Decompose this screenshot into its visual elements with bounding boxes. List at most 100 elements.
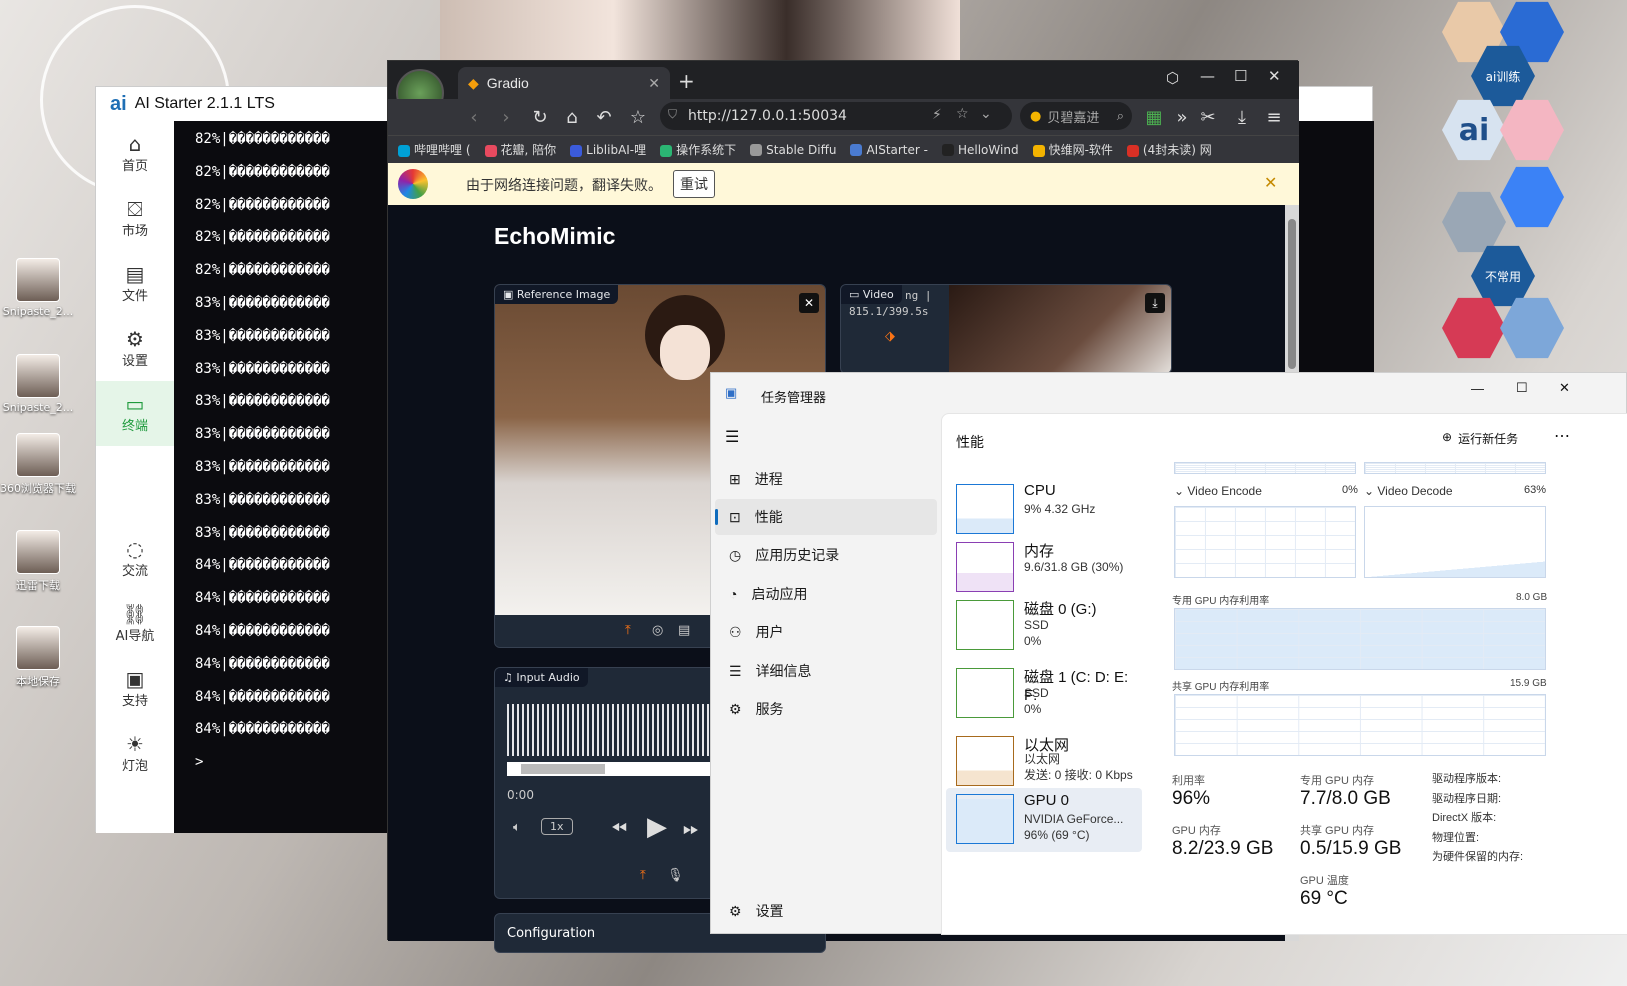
more-options-icon[interactable]: ⋯ (1554, 426, 1570, 446)
nav-home[interactable]: ⌂ 首页 (96, 121, 174, 186)
perf-disk-0[interactable]: 磁盘 0 (G:) SSD 0% (946, 594, 1142, 658)
video-decode-label[interactable]: ⌄ Video Decode (1364, 484, 1453, 498)
tm-nav-performance[interactable]: ⊡ 性能 (715, 499, 937, 535)
close-window-button[interactable]: ✕ (1268, 67, 1281, 85)
bookmark-item[interactable]: Stable Diffu (750, 143, 836, 157)
bookmark-item[interactable]: LiblibAI-哩 (570, 141, 646, 158)
bookmark-favicon-icon (941, 144, 954, 156)
webcam-icon[interactable]: ◎ (652, 623, 663, 638)
scrollbar-thumb[interactable] (1288, 219, 1296, 369)
bulb-icon: ☀ (126, 732, 144, 756)
back-button[interactable]: ‹ (460, 103, 488, 131)
favorite-icon[interactable]: ☆ (956, 106, 969, 122)
bookmark-item[interactable]: 快维网-软件 (1032, 141, 1113, 158)
rewind-icon[interactable]: ⏪︎ (611, 816, 627, 840)
download-video-button[interactable]: ⤓ (1145, 293, 1165, 313)
nav-ai-navigation[interactable]: ⛓ AI导航 (96, 591, 174, 656)
fast-forward-icon[interactable]: ⏩︎ (683, 816, 699, 840)
bookmark-star-button[interactable]: ☆ (624, 103, 652, 131)
taskmgr-close-button[interactable]: ✕ (1559, 380, 1570, 396)
tm-nav-settings[interactable]: ⚙ 设置 (715, 893, 937, 929)
scissors-icon[interactable]: ✂ (1194, 103, 1222, 131)
nav-chat[interactable]: ◌ 交流 (96, 526, 174, 591)
hex-bird-icon[interactable] (1500, 166, 1564, 228)
bookmark-item[interactable]: 花瓣, 陪你 (484, 141, 556, 158)
perf-ethernet[interactable]: 以太网 以太网 发送: 0 接收: 0 Kbps (946, 730, 1142, 794)
perf-disk-1[interactable]: 磁盘 1 (C: D: E: F: SSD 0% (946, 662, 1142, 726)
nav-terminal[interactable]: ▭ 终端 (96, 381, 174, 446)
nav-support[interactable]: ▣ 支持 (96, 656, 174, 721)
close-translate-icon[interactable]: ✕ (1264, 173, 1277, 192)
tm-nav-startup[interactable]: ◔ 启动应用 (715, 576, 937, 612)
taskmgr-performance-page: 性能 ⊕ 运行新任务 ⋯ CPU 9% 4.32 GHz 内存 9.6/31.8 … (941, 413, 1627, 935)
perf-memory[interactable]: 内存 9.6/31.8 GB (30%) (946, 536, 1142, 600)
tm-nav-processes[interactable]: ⊞ 进程 (715, 461, 937, 497)
nav-market[interactable]: ⛋ 市场 (96, 186, 174, 251)
desktop-icon-snipaste-1[interactable]: Snipaste_2... (0, 258, 76, 318)
microphone-icon[interactable]: 🎙︎ (667, 868, 684, 883)
desktop-icon-360-download[interactable]: 360浏览器下载 (0, 433, 76, 496)
audio-upload-icon[interactable]: ⤒ (640, 868, 646, 883)
tm-nav-details[interactable]: ☰ 详细信息 (715, 653, 937, 689)
reload-button[interactable]: ↻ (526, 103, 554, 131)
home-button[interactable]: ⌂ (558, 103, 586, 131)
bookmark-item[interactable]: 哔哩哔哩 ( (398, 141, 471, 158)
gpu-temp-value: 69 °C (1300, 888, 1348, 909)
taskmgr-maximize-button[interactable]: ☐ (1516, 380, 1528, 396)
new-tab-button[interactable]: + (678, 69, 695, 93)
close-tab-icon[interactable]: ✕ (648, 75, 660, 92)
play-icon[interactable]: ▶ (647, 812, 667, 842)
clipboard-icon[interactable]: ▤ (678, 623, 690, 638)
desktop-icon-snipaste-2[interactable]: Snipaste_2... (0, 354, 76, 414)
forward-button[interactable]: › (492, 103, 520, 131)
address-bar[interactable]: ⛉ http://127.0.0.1:50034 ⚡ ☆ ⌄ (660, 102, 1012, 130)
desktop-icon-local-save[interactable]: 本地保存 (0, 626, 76, 689)
playback-speed-button[interactable]: 1x (541, 818, 573, 835)
apps-grid-icon[interactable]: ▦ (1140, 103, 1168, 131)
tm-nav-users[interactable]: ⚇ 用户 (715, 614, 937, 650)
configuration-label: Configuration (507, 926, 596, 941)
search-box[interactable]: ● 贝碧嘉进 ⌕ (1020, 102, 1132, 130)
search-icon[interactable]: ⌕ (1117, 109, 1124, 124)
more-extensions-icon[interactable]: » (1168, 103, 1196, 131)
bookmark-item[interactable]: HelloWind (941, 143, 1019, 157)
hex-robot-icon[interactable] (1442, 191, 1506, 253)
volume-icon[interactable]: 🔈︎ (513, 820, 521, 835)
hex-aistarter-logo-icon[interactable]: ai (1442, 99, 1506, 161)
tm-nav-app-history[interactable]: ◷ 应用历史记录 (715, 537, 937, 573)
clear-image-button[interactable]: ✕ (799, 293, 819, 313)
minimize-button[interactable]: — (1200, 67, 1215, 85)
bookmark-item[interactable]: (4封未读) 网 (1126, 141, 1212, 158)
taskmgr-minimize-button[interactable]: — (1471, 381, 1484, 396)
nav-files[interactable]: ▤ 文件 (96, 251, 174, 316)
bookmark-item[interactable]: AIStarter - (850, 143, 928, 157)
undo-button[interactable]: ↶ (590, 103, 618, 131)
menu-icon[interactable]: ≡ (1260, 103, 1288, 131)
hex-anime-girl-icon[interactable] (1500, 99, 1564, 161)
taskmgr-nav: ☰ ⊞ 进程 ⊡ 性能 ◷ 应用历史记录 ◔ 启动应用 ⚇ 用户 ☰ 详细信息 ⚙ 服务 ⚙ 设… (711, 413, 941, 935)
video-output-panel[interactable]: ▭ Video ng | 815.1/399.5s ⬗ ⤓ (840, 284, 1172, 374)
download-icon[interactable]: ⤓ (1228, 103, 1256, 131)
nav-settings[interactable]: ⚙ 设置 (96, 316, 174, 381)
tm-nav-services[interactable]: ⚙ 服务 (715, 691, 937, 727)
pin-icon[interactable]: ⬡ (1166, 69, 1179, 87)
maximize-button[interactable]: ☐ (1234, 67, 1247, 85)
task-manager-window: ▣ 任务管理器 — ☐ ✕ ☰ ⊞ 进程 ⊡ 性能 ◷ 应用历史记录 ◔ 启动应用 ⚇ 用… (710, 372, 1627, 935)
nav-bulb[interactable]: ☀ 灯泡 (96, 721, 174, 786)
gradio-favicon-icon: ◆ (468, 74, 479, 91)
retry-button[interactable]: 重试 (673, 170, 715, 198)
tab-gradio[interactable]: ◆ Gradio ✕ (458, 67, 670, 99)
video-encode-label[interactable]: ⌄ Video Encode (1174, 484, 1262, 498)
run-new-task-button[interactable]: ⊕ 运行新任务 (1442, 430, 1518, 447)
bookmark-item[interactable]: 操作系统下 (660, 141, 736, 158)
lightning-icon[interactable]: ⚡ (932, 107, 942, 123)
image-file-icon (16, 354, 60, 398)
desktop-icon-thunder-download[interactable]: 迅雷下载 (0, 530, 76, 593)
hamburger-menu-icon[interactable]: ☰ (725, 427, 739, 447)
perf-gpu-0[interactable]: GPU 0 NVIDIA GeForce... 96% (69 °C) (946, 788, 1142, 852)
perf-cpu[interactable]: CPU 9% 4.32 GHz (946, 478, 1142, 542)
audio-scroll-thumb[interactable] (521, 764, 605, 774)
upload-icon[interactable]: ⤒ (625, 623, 631, 638)
chevron-down-icon[interactable]: ⌄ (980, 106, 992, 122)
